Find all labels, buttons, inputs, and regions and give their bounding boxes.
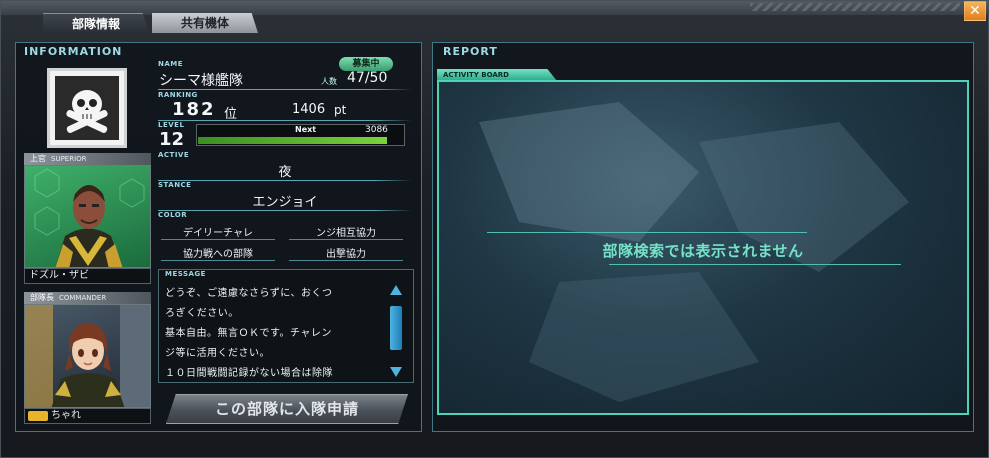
activity-board: 部隊検索では表示されません [437,80,969,415]
name-label: NAME [158,60,184,68]
message-box[interactable]: MESSAGE どうぞ、ご遠慮なさらずに、おくつ ろぎください。 基本自由。無言… [158,269,414,383]
stance-divider [158,210,412,211]
information-title: INFORMATION [24,45,123,58]
color-item: ンジ相互協力 [316,228,376,239]
information-panel: INFORMATION 上官 SUPERIOR ドズル・ザビ 部隊長 COMMA… [15,42,422,432]
apply-join-button[interactable]: この部隊に入隊申請 [166,394,408,424]
members-label: 人数 [321,77,337,86]
rank-value: 182 [172,99,216,120]
color-label: COLOR [158,211,188,219]
close-icon: ✕ [969,3,981,19]
superior-name: ドズル・ザビ [24,268,151,284]
commander-header: 部隊長 COMMANDER [24,292,151,304]
name-divider [158,89,412,90]
report-title: REPORT [443,45,498,58]
color-item: 協力戦への部隊 [183,249,253,260]
stance-label: STANCE [158,181,192,189]
recruiting-badge: 募集中 [339,57,393,71]
member-count: 47/50 [347,70,388,86]
triangle-up-icon[interactable] [389,284,403,296]
scroll-thumb[interactable] [390,306,402,350]
active-divider [158,180,412,181]
tab-unit-info[interactable]: 部隊情報 [43,13,149,33]
points-unit: pt [334,103,347,117]
board-empty-message: 部隊検索では表示されません [602,242,804,260]
color-item: 出撃協力 [326,249,366,260]
message-label: MESSAGE [165,270,206,278]
active-label: ACTIVE [158,151,190,159]
level-value: 12 [159,129,185,150]
next-label: Next [295,125,317,134]
superior-header: 上官 SUPERIOR [24,153,151,165]
rank-badge-icon [28,411,48,421]
stance-value: エンジョイ [252,195,318,210]
message-scrollbar[interactable] [388,284,402,378]
superior-character-image [34,168,145,267]
decorative-stripes [750,3,960,11]
color-item: デイリーチャレ [183,228,253,239]
superior-portrait[interactable] [24,165,151,268]
exp-progress-fill [198,137,387,144]
exp-progress-bar: Next 3086 [196,124,405,146]
message-text: どうぞ、ご遠慮なさらずに、おくつ ろぎください。 基本自由。無言ＯＫです。チャレ… [165,288,333,379]
close-button[interactable]: ✕ [964,1,986,21]
ranking-divider [158,120,412,121]
unit-name: シーマ様艦隊 [159,73,243,89]
unit-info-window: ✕ 部隊情報 共有機体 INFORMATION 上官 SUPERIOR ドズル・… [0,0,989,458]
tab-shared-units[interactable]: 共有機体 [152,13,258,33]
level-label: LEVEL [158,121,185,129]
points-value: 1406 [292,102,326,117]
commander-character-image [25,305,150,407]
ranking-label: RANKING [158,91,198,99]
next-value: 3086 [365,125,388,135]
triangle-down-icon[interactable] [389,366,403,378]
skull-crossbones-icon [66,90,108,133]
report-panel: REPORT ACTIVITY BOARD 部隊検索では表示されません [432,42,974,432]
commander-name: ちゃれ [24,408,151,424]
commander-portrait[interactable] [24,304,151,408]
unit-emblem [47,68,127,148]
active-value: 夜 [278,165,292,180]
